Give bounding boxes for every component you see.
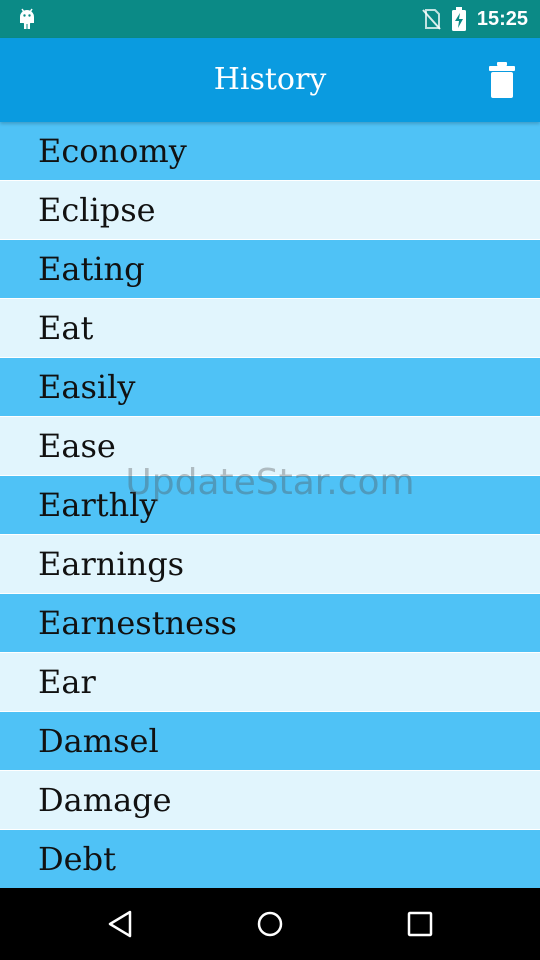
- history-item[interactable]: Eclipse: [0, 181, 540, 240]
- page-title: History: [213, 62, 327, 97]
- history-item-label: Eclipse: [38, 191, 156, 229]
- history-item-label: Earnings: [38, 545, 185, 583]
- recents-icon[interactable]: [400, 904, 440, 944]
- back-icon[interactable]: [100, 904, 140, 944]
- history-item[interactable]: Earnings: [0, 535, 540, 594]
- battery-charging-icon: [451, 7, 466, 31]
- android-icon: [20, 8, 34, 29]
- status-bar: 15:25: [0, 0, 540, 38]
- history-item[interactable]: Eat: [0, 299, 540, 358]
- history-item[interactable]: Easily: [0, 358, 540, 417]
- trash-icon[interactable]: [488, 60, 516, 100]
- history-item-label: Damsel: [38, 722, 159, 760]
- history-item-label: Debt: [38, 840, 116, 878]
- history-item-label: Easily: [38, 368, 136, 406]
- history-item-label: Eating: [38, 250, 145, 288]
- history-item-label: Eat: [38, 309, 94, 347]
- no-sim-icon: [422, 9, 441, 30]
- history-item[interactable]: Ease: [0, 417, 540, 476]
- history-item-label: Earthly: [38, 486, 158, 524]
- history-item[interactable]: Economy: [0, 122, 540, 181]
- app-bar: History: [0, 38, 540, 122]
- history-item-label: Economy: [38, 132, 187, 170]
- history-item[interactable]: Debt: [0, 830, 540, 888]
- home-icon[interactable]: [250, 904, 290, 944]
- history-item-label: Ease: [38, 427, 116, 465]
- history-item[interactable]: Damsel: [0, 712, 540, 771]
- history-item-label: Damage: [38, 781, 172, 819]
- history-item[interactable]: Damage: [0, 771, 540, 830]
- history-item-label: Ear: [38, 663, 96, 701]
- history-item[interactable]: Ear: [0, 653, 540, 712]
- history-item[interactable]: Earthly: [0, 476, 540, 535]
- history-item-label: Earnestness: [38, 604, 237, 642]
- history-item[interactable]: Eating: [0, 240, 540, 299]
- history-item[interactable]: Earnestness: [0, 594, 540, 653]
- status-time: 15:25: [476, 7, 528, 30]
- history-list: Economy Eclipse Eating Eat Easily Ease E…: [0, 122, 540, 888]
- nav-bar: [0, 888, 540, 960]
